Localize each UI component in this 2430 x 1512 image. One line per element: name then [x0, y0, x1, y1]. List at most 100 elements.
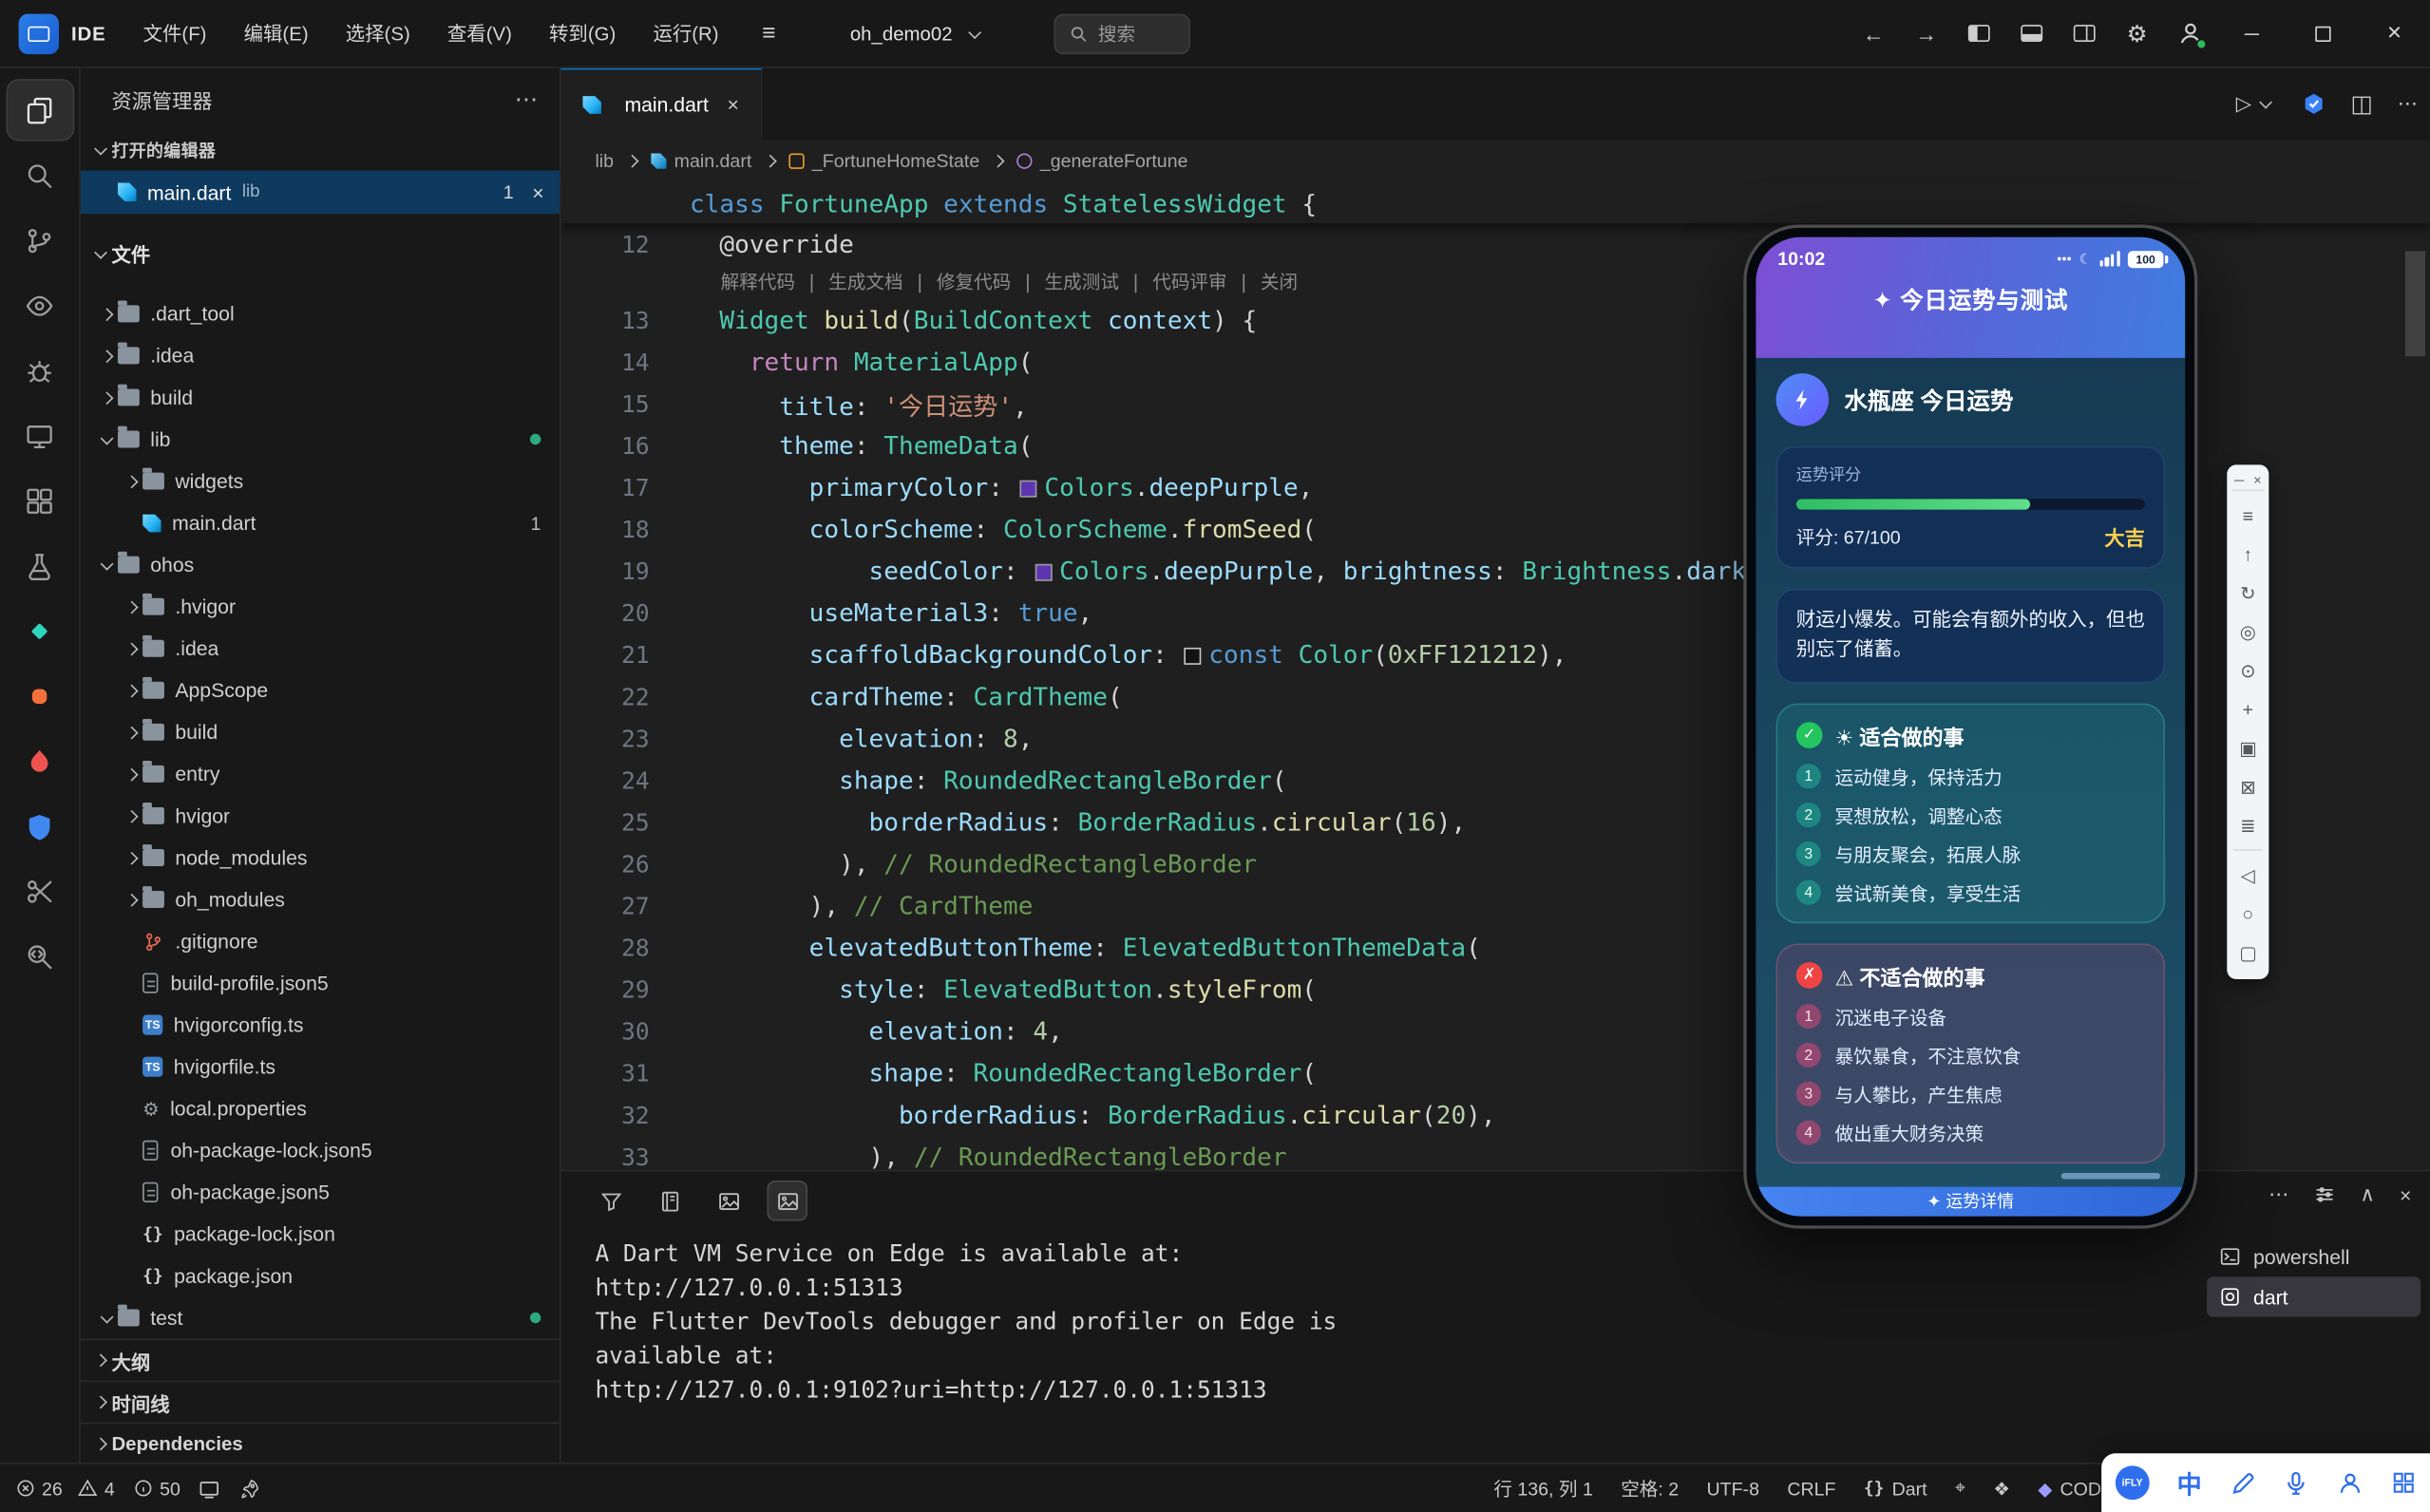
toggle-panel-button[interactable] [2005, 10, 2058, 57]
preview-eye-icon[interactable] [7, 275, 72, 334]
emu-scroll-top-icon[interactable]: ↑ [2227, 535, 2269, 574]
account-button[interactable] [2163, 10, 2215, 57]
tree-item-AppScope[interactable]: AppScope [81, 670, 560, 711]
emu-multi-window-icon[interactable]: ▣ [2227, 728, 2269, 767]
search-icon[interactable] [7, 145, 72, 204]
tree-item-oh_modules[interactable]: oh_modules [81, 879, 560, 920]
emu-rotate-icon[interactable]: ↻ [2227, 574, 2269, 613]
test-flask-icon[interactable] [7, 536, 72, 595]
filter-icon[interactable] [592, 1182, 629, 1219]
shield-icon[interactable] [7, 797, 72, 856]
toggle-sidebar-button[interactable] [1953, 10, 2005, 57]
source-control-icon[interactable] [7, 211, 72, 270]
emu-minimize-icon[interactable]: ─ [2234, 472, 2244, 487]
hamburger-menu-icon[interactable]: ≡ [747, 20, 791, 47]
emu-close-app-icon[interactable]: ⊠ [2227, 767, 2269, 806]
more-actions-button[interactable]: ⋯ [2398, 91, 2418, 116]
project-switcher[interactable]: oh_demo02 [835, 16, 1001, 50]
tree-item-ohos[interactable]: ohos [81, 544, 560, 586]
emu-screenshot-icon[interactable]: ⊙ [2227, 651, 2269, 690]
tree-item-test[interactable]: test [81, 1296, 560, 1338]
emu-list-icon[interactable]: ≣ [2227, 805, 2269, 844]
nav-back-button[interactable]: ← [1848, 10, 1900, 57]
tab-close-icon[interactable]: × [727, 93, 738, 116]
panel-more-icon[interactable]: ⋯ [2269, 1182, 2288, 1207]
editor-scrollbar[interactable] [2405, 251, 2425, 356]
deveco-icon[interactable] [7, 601, 72, 660]
ime-pen-icon[interactable] [2230, 1469, 2256, 1496]
tree-item-build[interactable]: build [81, 376, 560, 418]
ime-language-toggle[interactable]: 中 [2177, 1465, 2202, 1502]
tree-item-oh-package.json5[interactable]: oh-package.json5 [81, 1171, 560, 1213]
ime-account-icon[interactable] [2338, 1469, 2364, 1496]
screencast-button[interactable] [199, 1478, 220, 1500]
breadcrumb-item-2[interactable]: _FortuneHomeState [788, 150, 979, 172]
nav-forward-button[interactable]: → [1900, 10, 1952, 57]
close-icon[interactable]: × [532, 180, 543, 203]
toggle-secondary-sidebar-button[interactable] [2058, 10, 2110, 57]
language-mode[interactable]: {} Dart [1864, 1478, 1927, 1500]
device-target-icon[interactable]: ⌖ [1955, 1477, 1965, 1500]
indentation[interactable]: 空格: 2 [1621, 1475, 1679, 1502]
nav-back-icon[interactable]: ◁ [2227, 856, 2269, 895]
ime-grid-icon[interactable] [2391, 1470, 2416, 1495]
huawei-icon[interactable] [7, 666, 72, 725]
launch-button[interactable] [239, 1478, 261, 1500]
ifly-logo-icon[interactable]: iFLY [2116, 1465, 2150, 1500]
tree-item-package-lock.json[interactable]: {}package-lock.json [81, 1213, 560, 1255]
fortune-detail-button[interactable]: ✦ 运势详情 [1756, 1187, 2185, 1217]
panel-filter-sliders-icon[interactable] [2313, 1183, 2335, 1205]
nav-recents-icon[interactable]: ▢ [2227, 933, 2269, 972]
output-notebook-icon[interactable] [651, 1182, 688, 1219]
tree-item-lib[interactable]: lib [81, 418, 560, 460]
breadcrumb-item-1[interactable]: main.dart [651, 150, 751, 172]
code-search-icon[interactable] [7, 927, 72, 986]
cursor-position[interactable]: 行 136, 列 1 [1493, 1475, 1592, 1502]
tree-item-hvigorfile.ts[interactable]: TShvigorfile.ts [81, 1046, 560, 1087]
tree-item-build-profile.json5[interactable]: build-profile.json5 [81, 962, 560, 1004]
tree-item-.hvigor[interactable]: .hvigor [81, 586, 560, 628]
section-时间线[interactable]: 时间线 [81, 1381, 560, 1423]
window-maximize-button[interactable] [2288, 0, 2359, 67]
emu-close-icon[interactable]: × [2253, 472, 2262, 487]
terminal-dart[interactable]: dart [2207, 1276, 2421, 1316]
tree-item-build[interactable]: build [81, 711, 560, 753]
breadcrumb-item-0[interactable]: lib [595, 150, 614, 172]
emu-menu-icon[interactable]: ≡ [2227, 496, 2269, 535]
search-box[interactable]: 搜索 [1054, 13, 1190, 53]
tree-item-.idea[interactable]: .idea [81, 628, 560, 670]
tree-item-hvigor[interactable]: hvigor [81, 795, 560, 837]
menu-view[interactable]: 查看(V) [428, 11, 530, 55]
menu-selection[interactable]: 选择(S) [327, 11, 428, 55]
tree-item-hvigorconfig.ts[interactable]: TShvigorconfig.ts [81, 1004, 560, 1046]
debug-icon[interactable] [7, 341, 72, 400]
window-minimize-button[interactable]: ─ [2216, 0, 2288, 67]
menu-goto[interactable]: 转到(G) [530, 11, 634, 55]
console-link[interactable]: http://127.0.0.1:51313 [595, 1271, 2182, 1305]
breadcrumb-item-3[interactable]: _generateFortune [1016, 150, 1187, 172]
section-Dependencies[interactable]: Dependencies [81, 1423, 560, 1463]
section-大纲[interactable]: 大纲 [81, 1339, 560, 1381]
explorer-icon[interactable] [7, 81, 72, 140]
eol-sequence[interactable]: CRLF [1787, 1478, 1835, 1500]
open-editor-item[interactable]: main.dart lib 1 × [81, 170, 560, 214]
panel-maximize-icon[interactable]: ∧ [2360, 1182, 2375, 1207]
tree-item-local.properties[interactable]: ⚙local.properties [81, 1087, 560, 1129]
panel-close-icon[interactable]: × [2400, 1183, 2411, 1206]
ime-mic-icon[interactable] [2284, 1469, 2310, 1496]
sidebar-more-icon[interactable]: ⋯ [515, 85, 538, 113]
tree-item-package.json[interactable]: {}package.json [81, 1255, 560, 1296]
tree-item-.idea[interactable]: .idea [81, 334, 560, 376]
tree-item-main.dart[interactable]: main.dart1 [81, 502, 560, 544]
flame-icon[interactable] [7, 731, 72, 790]
open-editors-header[interactable]: 打开的编辑器 [81, 130, 560, 170]
tree-item-widgets[interactable]: widgets [81, 461, 560, 502]
image-preview-icon[interactable] [769, 1182, 806, 1219]
info-indicator[interactable]: 50 [133, 1478, 180, 1500]
remote-monitor-icon[interactable] [7, 406, 72, 464]
encoding[interactable]: UTF-8 [1707, 1478, 1759, 1500]
split-editor-button[interactable]: ◫ [2350, 90, 2372, 118]
menu-run[interactable]: 运行(R) [635, 11, 737, 55]
tree-item-.dart_tool[interactable]: .dart_tool [81, 293, 560, 334]
tree-item-node_modules[interactable]: node_modules [81, 837, 560, 879]
